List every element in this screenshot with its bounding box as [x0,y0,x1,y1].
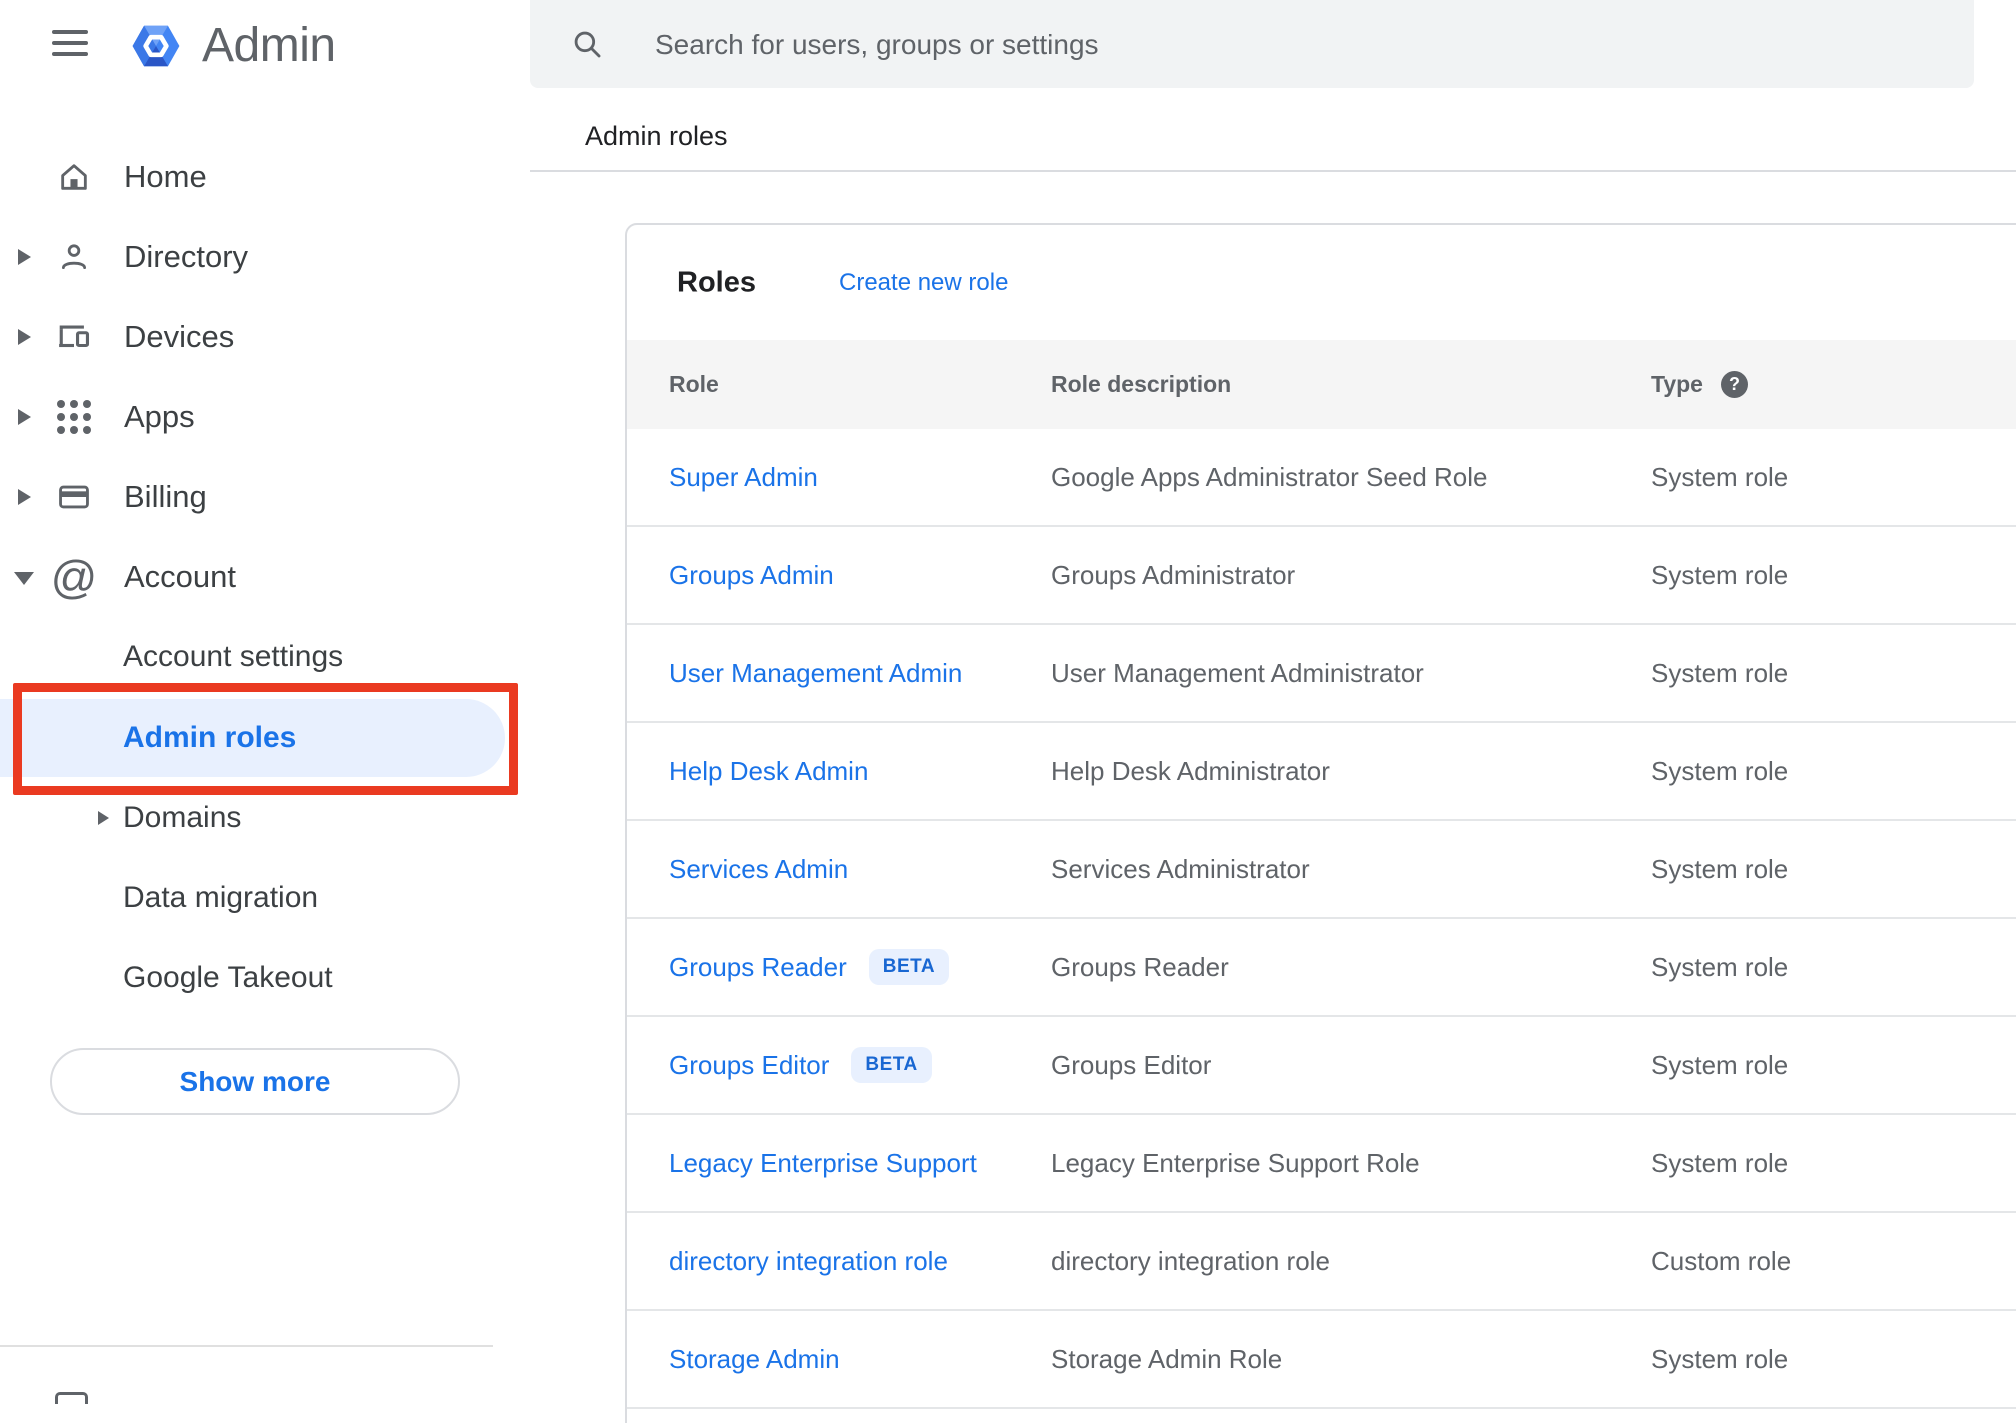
sidebar-item-label: Account settings [123,640,344,673]
role-description: Google Apps Administrator Seed Role [1051,461,1488,492]
roles-panel: Roles Create new role Role Role descript… [625,223,2016,1423]
chevron-down-icon [14,572,34,585]
role-description: Services Administrator [1051,853,1310,884]
role-type: System role [1651,853,1789,884]
role-link[interactable]: directory integration role [669,1246,948,1277]
role-description: Legacy Enterprise Support Role [1051,1147,1420,1178]
apps-grid-icon [56,399,92,435]
role-type: System role [1651,1343,1789,1374]
role-type: Custom role [1651,1245,1792,1276]
admin-logo-text: Admin [202,19,336,72]
role-link[interactable]: Super Admin [669,462,818,493]
chevron-right-icon [18,489,31,505]
role-link[interactable]: User Management Admin [669,658,962,689]
sidebar-item-billing[interactable]: Billing [0,457,515,537]
sidebar-item-directory[interactable]: Directory [0,217,515,297]
beta-badge: BETA [868,949,950,985]
role-link[interactable]: Storage Admin [669,1344,840,1375]
show-more-label: Show more [179,1065,331,1097]
sidebar-bottom-divider [0,1345,493,1347]
sidebar-item-label: Devices [124,319,235,354]
sidebar-item-label: Apps [124,399,195,434]
sidebar-item-label: Account [124,559,237,594]
table-row: Legacy Enterprise Support Legacy Enterpr… [627,1115,2016,1213]
sidebar-item-home[interactable]: Home [0,137,515,217]
role-link[interactable]: Help Desk Admin [669,756,868,787]
sidebar-item-account-settings[interactable]: Account settings [0,617,515,697]
role-type: System role [1651,559,1789,590]
table-row: Groups Reader BETA Groups Reader System … [627,919,2016,1017]
show-more-button[interactable]: Show more [50,1048,460,1115]
sidebar-item-apps[interactable]: Apps [0,377,515,457]
role-description: Groups Administrator [1051,559,1296,590]
hamburger-menu-icon[interactable] [52,30,88,56]
sidebar: Admin Home Directory Devices Apps Billin… [0,0,518,1404]
admin-hexagon-logo-icon [132,25,180,66]
sidebar-item-label: Billing [124,479,207,514]
at-sign-icon: @ [50,551,98,603]
role-description: Help Desk Administrator [1051,755,1330,786]
sidebar-item-domains[interactable]: Domains [0,778,515,858]
sidebar-item-label: Domains [123,801,242,834]
sidebar-item-label: Home [124,159,207,194]
sidebar-item-google-takeout[interactable]: Google Takeout [0,938,515,1018]
sidebar-item-data-migration[interactable]: Data migration [0,858,515,938]
credit-card-icon [56,479,92,515]
role-type: System role [1651,657,1789,688]
sidebar-item-admin-roles[interactable]: Admin roles [0,699,505,777]
role-description: User Management Administrator [1051,657,1424,688]
role-link[interactable]: Groups Editor [669,1050,829,1081]
search-input[interactable] [653,0,1937,90]
column-header-type: Type ? [1651,371,2016,398]
role-description: Storage Admin Role [1051,1343,1283,1374]
role-description: Groups Editor [1051,1049,1212,1080]
roles-panel-header: Roles Create new role [627,225,2016,340]
create-new-role-link[interactable]: Create new role [839,269,1008,297]
panel-title: Roles [677,266,756,298]
sidebar-item-label: Admin roles [123,721,297,754]
devices-icon [56,319,92,355]
role-link[interactable]: Groups Admin [669,560,834,591]
chevron-right-icon [18,249,31,265]
role-description: Groups Reader [1051,951,1229,982]
table-row: directory integration role directory int… [627,1213,2016,1311]
role-type: System role [1651,1049,1789,1080]
person-icon [56,239,92,275]
breadcrumb: Admin roles [585,121,728,151]
table-header-row: Role Role description Type ? [627,340,2016,429]
role-type: System role [1651,755,1789,786]
chevron-right-icon [18,409,31,425]
help-icon[interactable]: ? [1720,371,1748,398]
column-header-description: Role description [1051,371,1232,397]
sidebar-item-devices[interactable]: Devices [0,297,515,377]
role-type: System role [1651,951,1789,982]
role-description: directory integration role [1051,1245,1330,1276]
table-row: Super Admin Google Apps Administrator Se… [627,429,2016,527]
home-icon [56,159,92,195]
chevron-right-icon [18,329,31,345]
admin-logo: Admin [130,18,336,73]
sidebar-item-label: Data migration [123,881,319,914]
chevron-right-icon [98,811,109,825]
cut-off-feedback-icon [55,1392,88,1404]
table-row: Services Admin Services Administrator Sy… [627,821,2016,919]
sidebar-header: Admin [0,0,515,90]
search-icon[interactable] [570,27,604,61]
table-row: Help Desk Admin Help Desk Administrator … [627,723,2016,821]
table-row: Groups Editor BETA Groups Editor System … [627,1017,2016,1115]
role-link[interactable]: Groups Reader [669,952,847,983]
sidebar-item-account[interactable]: @ Account [0,537,515,617]
sidebar-item-label: Google Takeout [123,961,333,994]
sidebar-item-label: Directory [124,239,249,274]
beta-badge: BETA [851,1047,932,1083]
table-row: Groups Admin Groups Administrator System… [627,527,2016,625]
column-header-role: Role [669,371,719,397]
role-link[interactable]: Legacy Enterprise Support [669,1148,977,1179]
table-row: Storage Admin Storage Admin Role System … [627,1311,2016,1409]
role-type: System role [1651,1147,1789,1178]
breadcrumb-divider [530,170,2016,172]
role-link[interactable]: Services Admin [669,854,848,885]
role-type: System role [1651,461,1789,492]
table-row: User Management Admin User Management Ad… [627,625,2016,723]
